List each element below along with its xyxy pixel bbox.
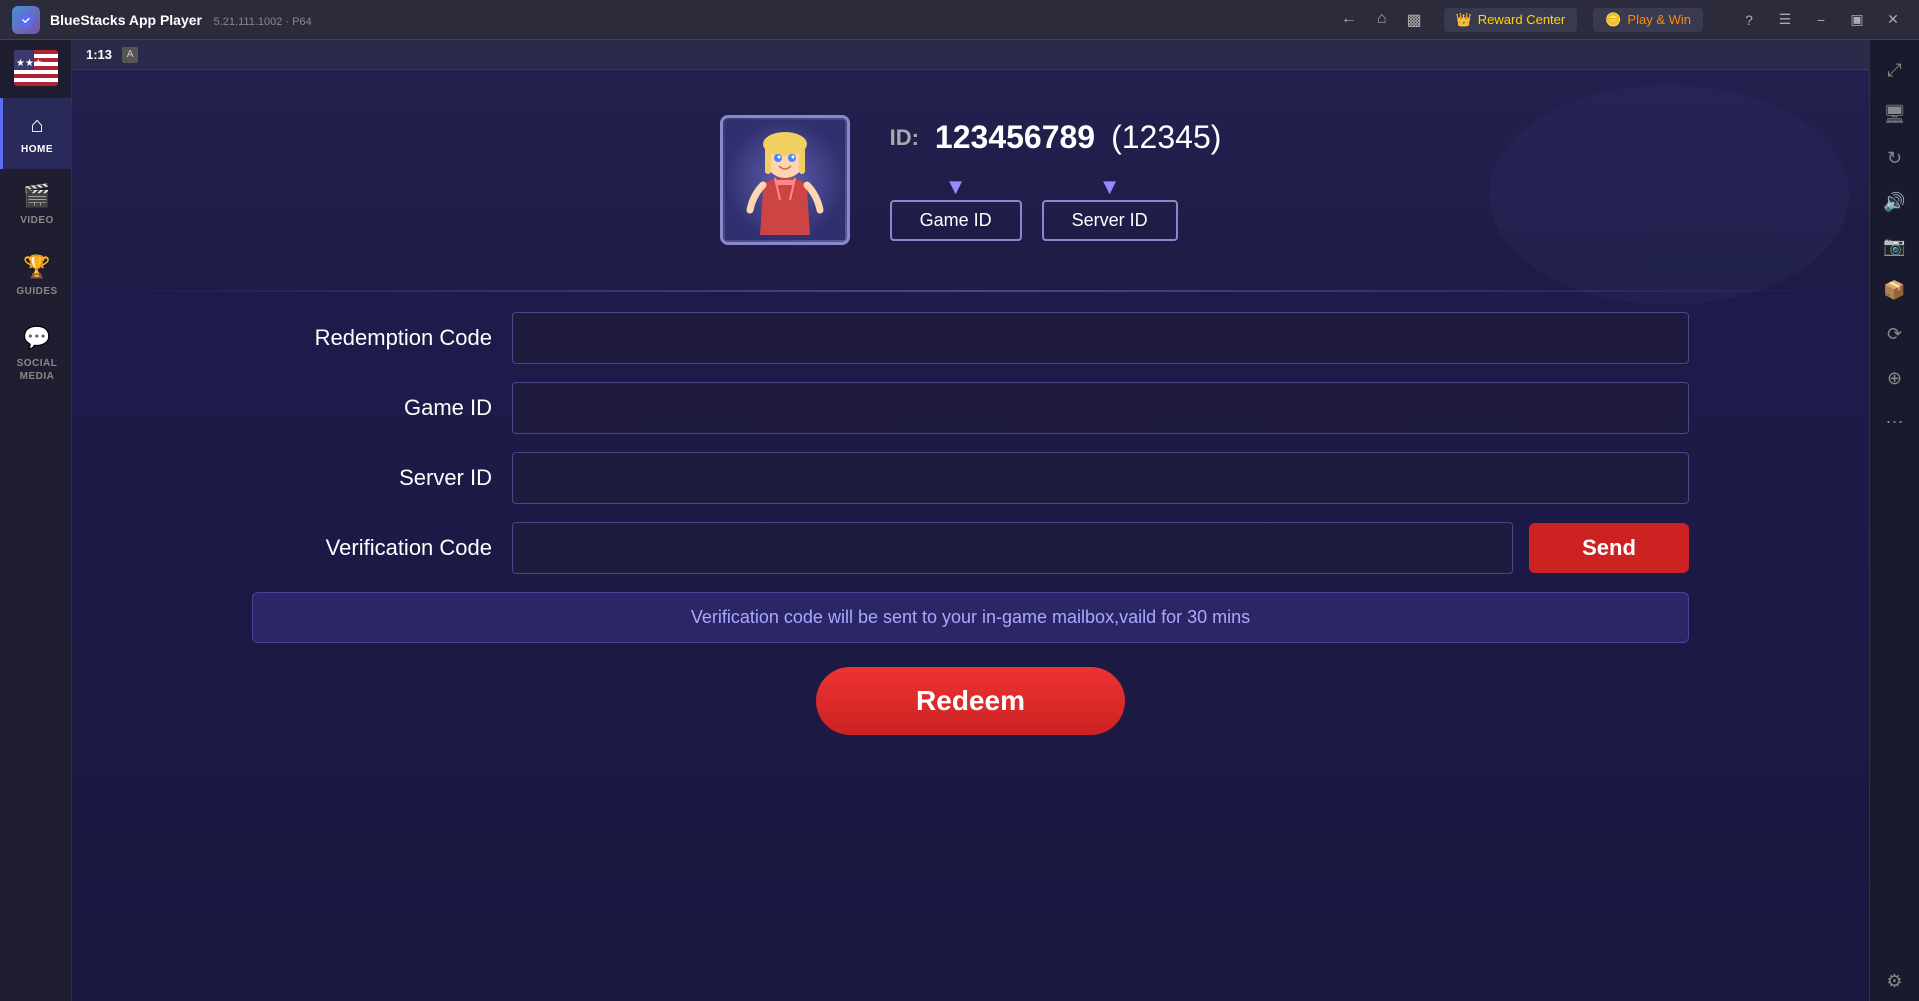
server-id-button[interactable]: Server ID	[1042, 200, 1178, 241]
game-area: 1:13 A	[72, 40, 1869, 1001]
right-icon-camera[interactable]: 📷	[1875, 226, 1915, 266]
redeem-button[interactable]: Redeem	[816, 667, 1125, 735]
close-button[interactable]: ✕	[1879, 6, 1907, 34]
back-button[interactable]: ←	[1335, 8, 1363, 32]
trophy-icon: 🏆	[23, 254, 50, 280]
server-id-value: (12345)	[1111, 119, 1221, 156]
game-header: ID: 123456789 (12345) ▼ Game ID ▼ Server…	[72, 70, 1869, 290]
title-controls: ← ⌂ ▩ 👑 Reward Center 🪙 Play & Win ? ☰ −…	[1335, 6, 1907, 34]
server-id-col: ▼ Server ID	[1042, 176, 1178, 241]
video-icon: 🎬	[23, 183, 50, 209]
nav-arrows: ← ⌂ ▩	[1335, 8, 1428, 32]
title-bar: BlueStacks App Player 5.21.111.1002 · P6…	[0, 0, 1919, 40]
redemption-code-label: Redemption Code	[252, 325, 492, 351]
help-button[interactable]: ?	[1735, 6, 1763, 34]
character-avatar	[725, 120, 845, 240]
right-icon-apk[interactable]: 📦	[1875, 270, 1915, 310]
home-nav-button[interactable]: ⌂	[1371, 8, 1393, 32]
right-panel: ⤢ 🖥 ↻ 🔊 📷 📦 ⟳ ⊕ ⋯ ⚙	[1869, 40, 1919, 1001]
window-controls: ? ☰ − ▣ ✕	[1735, 6, 1907, 34]
timer-display: 1:13	[86, 47, 112, 62]
coin-icon: 🪙	[1605, 12, 1621, 28]
svg-text:★★★: ★★★	[16, 58, 43, 69]
reward-center-button[interactable]: 👑 Reward Center	[1444, 8, 1578, 32]
verification-code-row: Verification Code Send	[252, 522, 1689, 574]
game-id-button[interactable]: Game ID	[890, 200, 1022, 241]
verification-code-label: Verification Code	[252, 535, 492, 561]
verification-code-input[interactable]	[512, 522, 1513, 574]
game-id-arrow: ▼	[945, 176, 967, 198]
info-text: Verification code will be sent to your i…	[691, 607, 1250, 627]
right-icon-rotate[interactable]: ↻	[1875, 138, 1915, 178]
character-portrait	[720, 115, 850, 245]
menu-button[interactable]: ☰	[1771, 6, 1799, 34]
sidebar-item-social[interactable]: 💬 SOCIALMEDIA	[0, 311, 71, 397]
game-id-input[interactable]	[512, 382, 1689, 434]
player-info: ID: 123456789 (12345) ▼ Game ID ▼ Server…	[890, 119, 1222, 241]
right-icon-display[interactable]: 🖥	[1875, 94, 1915, 134]
form-area: Redemption Code Game ID Server ID Verifi…	[72, 292, 1869, 1001]
game-id-label: Game ID	[252, 395, 492, 421]
server-id-input[interactable]	[512, 452, 1689, 504]
redemption-code-input[interactable]	[512, 312, 1689, 364]
id-label: ID:	[890, 125, 919, 151]
social-icon: 💬	[23, 325, 50, 351]
sidebar: ★★★ ⌂ HOME 🎬 VIDEO 🏆 GUIDES 💬 SOCIALMEDI…	[0, 40, 72, 1001]
crown-icon: 👑	[1456, 12, 1472, 28]
sidebar-item-home[interactable]: ⌂ HOME	[0, 98, 71, 169]
player-id-row: ID: 123456789 (12345)	[890, 119, 1222, 156]
verification-input-group: Send	[512, 522, 1689, 574]
game-id-row: Game ID	[252, 382, 1689, 434]
player-id-value: 123456789	[935, 119, 1095, 156]
main-wrapper: ★★★ ⌂ HOME 🎬 VIDEO 🏆 GUIDES 💬 SOCIALMEDI…	[0, 40, 1919, 1001]
server-id-row: Server ID	[252, 452, 1689, 504]
sidebar-item-video[interactable]: 🎬 VIDEO	[0, 169, 71, 240]
info-box: Verification code will be sent to your i…	[252, 592, 1689, 643]
recent-button[interactable]: ▩	[1400, 8, 1427, 32]
redemption-code-row: Redemption Code	[252, 312, 1689, 364]
server-id-label: Server ID	[252, 465, 492, 491]
send-button[interactable]: Send	[1529, 523, 1689, 573]
maximize-button[interactable]: ▣	[1843, 6, 1871, 34]
server-id-arrow: ▼	[1099, 176, 1121, 198]
timer-icon: A	[122, 47, 138, 63]
timer-bar: 1:13 A	[72, 40, 1869, 70]
right-icon-fullscreen[interactable]: ⤢	[1875, 50, 1915, 90]
right-icon-settings[interactable]: ⚙	[1875, 961, 1915, 1001]
home-icon: ⌂	[30, 112, 43, 138]
right-icon-refresh[interactable]: ⟳	[1875, 314, 1915, 354]
right-icon-add[interactable]: ⊕	[1875, 358, 1915, 398]
right-icon-volume[interactable]: 🔊	[1875, 182, 1915, 222]
app-logo	[12, 6, 40, 34]
right-icon-more[interactable]: ⋯	[1875, 402, 1915, 442]
redeem-btn-row: Redeem	[252, 667, 1689, 735]
sidebar-item-guides[interactable]: 🏆 GUIDES	[0, 240, 71, 311]
minimize-button[interactable]: −	[1807, 6, 1835, 34]
language-flag[interactable]: ★★★	[14, 50, 58, 86]
app-title: BlueStacks App Player 5.21.111.1002 · P6…	[50, 12, 312, 28]
play-win-button[interactable]: 🪙 Play & Win	[1593, 8, 1703, 32]
game-id-col: ▼ Game ID	[890, 176, 1022, 241]
